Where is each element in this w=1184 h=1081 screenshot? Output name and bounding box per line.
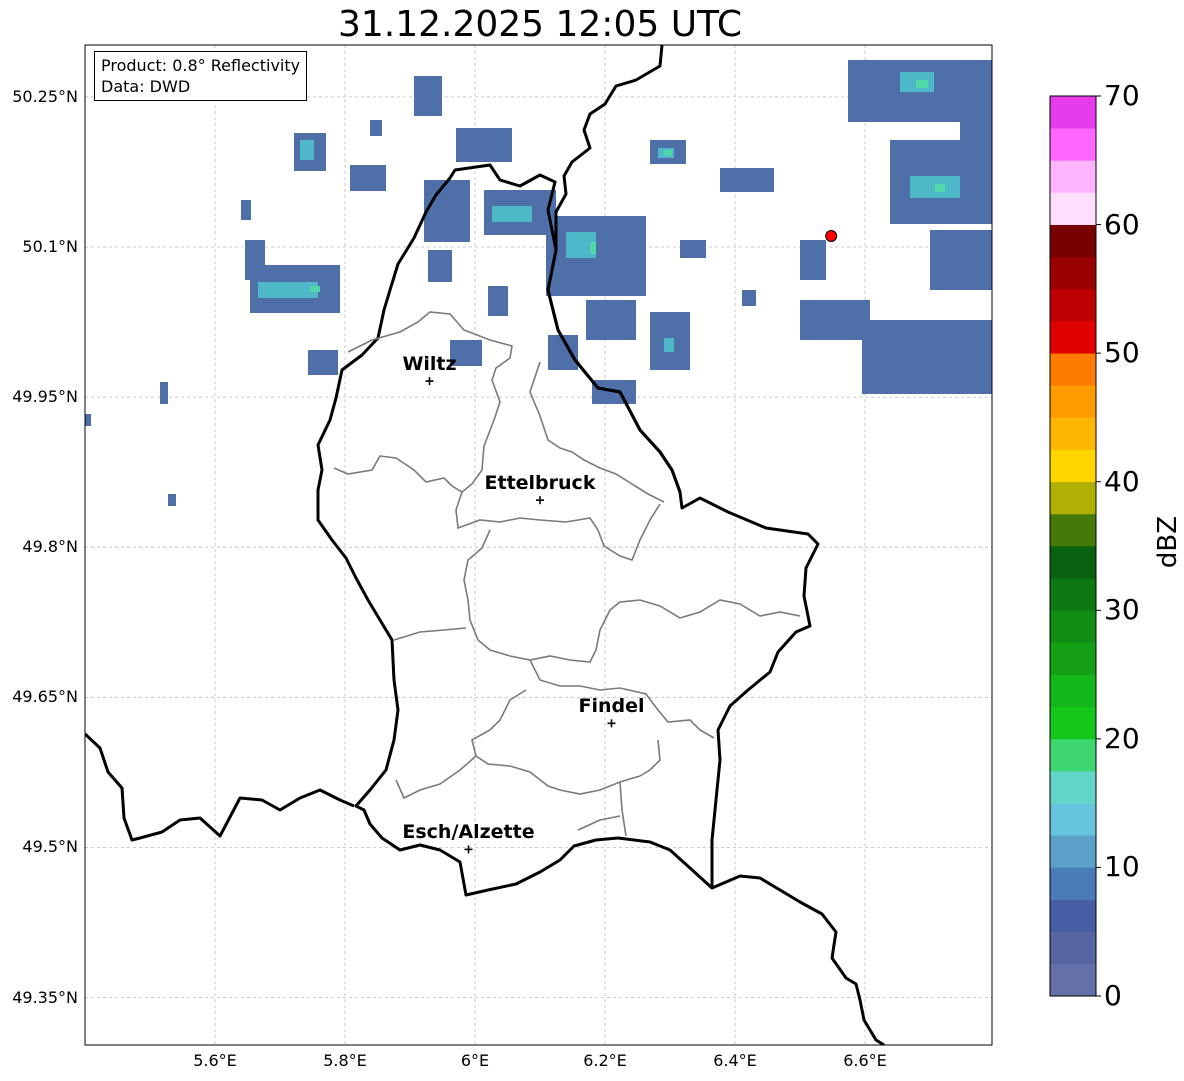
lon-tick-label: 6.4°E [713,1051,757,1070]
city-label: Ettelbruck [484,472,596,495]
colorbar-swatch [1050,321,1096,354]
colorbar-swatch [1050,160,1096,193]
colorbar-swatch [1050,256,1096,290]
radar-site-marker [825,229,838,242]
city-label: Esch/Alzette [402,821,535,844]
france-border [711,874,885,1045]
colorbar-tick-label: 0 [1104,979,1122,1012]
canton-borders [333,311,801,837]
colorbar-swatch [1050,931,1096,965]
info-product: Product: 0.8° Reflectivity [101,56,301,75]
lon-tick-label: 6.6°E [843,1051,887,1070]
colorbar-swatch [1050,706,1096,740]
lon-tick-label: 5.6°E [193,1051,237,1070]
colorbar-swatch [1050,963,1096,997]
city-marker [607,719,616,728]
colorbar-swatch [1050,353,1096,386]
colorbar [1049,95,1101,997]
info-box: Product: 0.8° Reflectivity Data: DWD [94,51,308,101]
city-marker [425,377,434,386]
colorbar-tick-label: 60 [1104,207,1140,241]
colorbar-swatch [1050,803,1096,836]
radar-site-dot [825,229,838,242]
colorbar-swatch [1050,385,1096,418]
colorbar-swatch [1050,867,1096,900]
lat-tick-label: 50.25°N [12,86,78,106]
city-label: Wiltz [402,353,457,376]
colorbar-tick-label: 10 [1104,850,1140,884]
colorbar-tick-label: 50 [1104,336,1140,370]
colorbar-swatch [1050,835,1096,868]
lon-tick-label: 6.2°E [583,1051,627,1070]
colorbar-tick-label: 40 [1104,464,1140,498]
colorbar-swatch [1050,642,1096,675]
colorbar-swatch [1050,899,1096,933]
belgium-france-border [85,732,355,842]
colorbar-swatch [1050,449,1096,483]
city-markers [425,377,616,854]
colorbar-swatch [1050,738,1096,772]
info-data-source: Data: DWD [101,77,191,96]
colorbar-swatch [1050,513,1096,547]
colorbar-tick-label: 20 [1104,721,1140,755]
colorbar-swatch [1050,674,1096,708]
colorbar-swatch [1050,546,1096,579]
colorbar-swatch [1050,192,1096,225]
colorbar-tick-label: 70 [1104,79,1140,112]
colorbar-tick-label: 30 [1104,593,1140,627]
colorbar-swatch [1050,578,1096,611]
colorbar-swatch [1050,771,1096,804]
colorbar-swatch [1050,224,1096,258]
colorbar-swatch [1050,610,1096,643]
lon-tick-label: 6°E [460,1051,490,1070]
city-label: Findel [578,695,645,718]
radar-echoes [85,60,992,506]
colorbar-swatch [1050,288,1096,322]
lat-tick-label: 49.35°N [12,987,78,1007]
lat-tick-label: 50.1°N [22,237,78,256]
radar-map [84,44,1101,1046]
city-marker [536,496,544,505]
lat-tick-label: 49.8°N [22,537,78,557]
colorbar-swatch [1050,417,1096,450]
lon-tick-label: 5.8°E [323,1051,367,1070]
lat-tick-label: 49.95°N [12,387,78,407]
colorbar-swatch [1050,481,1096,515]
colorbar-swatch [1050,128,1096,161]
colorbar-swatch [1050,96,1096,129]
lat-tick-label: 49.5°N [22,837,78,857]
city-marker [464,845,473,854]
lat-tick-label: 49.65°N [12,687,78,707]
colorbar-label: dBZ [1153,515,1183,569]
